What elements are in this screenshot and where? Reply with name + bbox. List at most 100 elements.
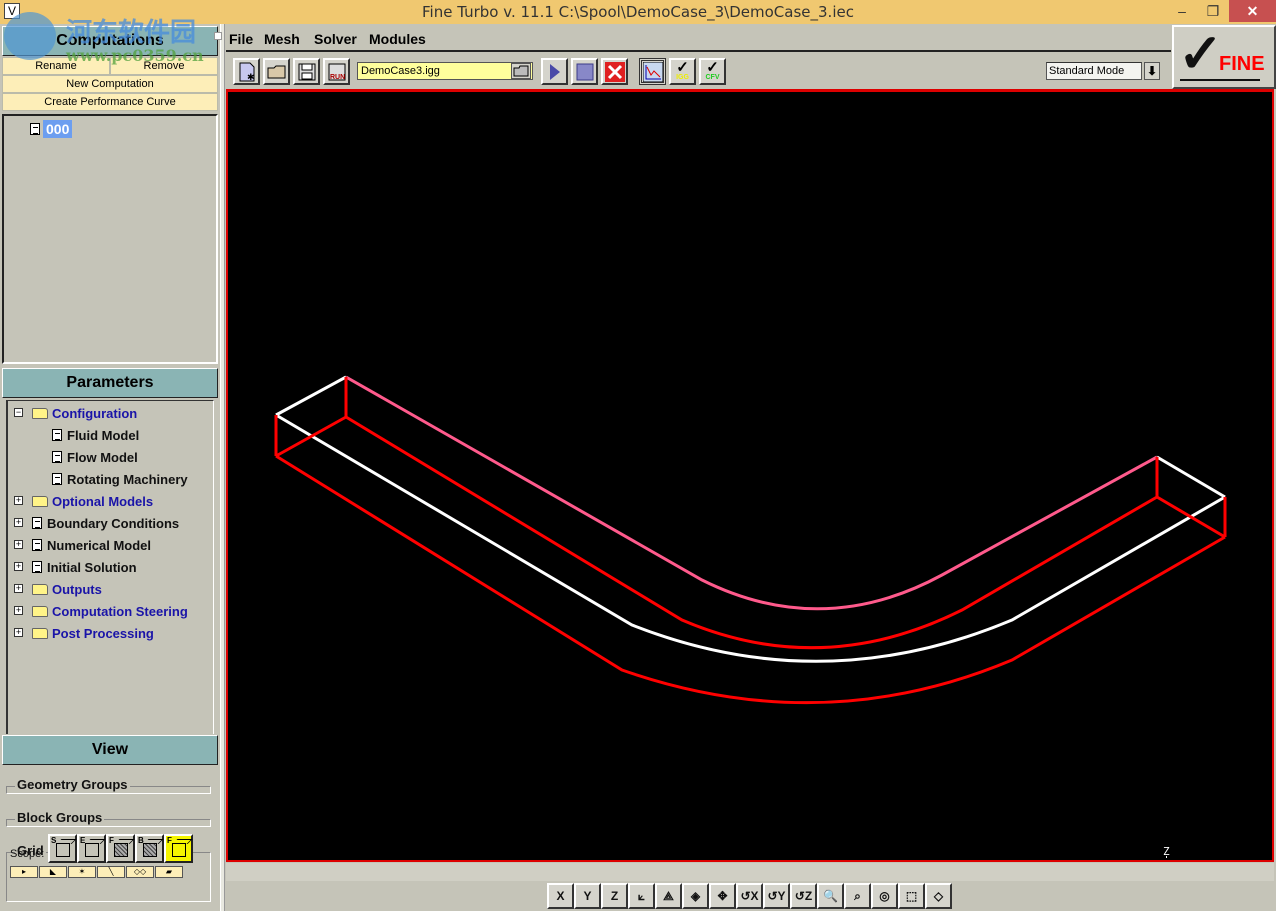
mode-dropdown-arrow[interactable]: ⬇ — [1144, 62, 1160, 80]
3d-viewport[interactable]: Z — [226, 89, 1274, 862]
tree-item-label: Post Processing — [52, 626, 154, 641]
scope-button-f-4[interactable]: F — [164, 834, 193, 863]
close-button[interactable]: ✕ — [1229, 0, 1276, 22]
display-mode-point[interactable]: ▸ — [10, 866, 38, 878]
expand-icon[interactable]: + — [14, 584, 23, 593]
computation-name[interactable]: 000 — [43, 120, 72, 138]
window-title: Fine Turbo v. 11.1 C:\Spool\DemoCase_3\D… — [0, 3, 1276, 21]
reset-view-button[interactable]: ◇ — [925, 883, 952, 909]
tree-item-outputs[interactable]: +Outputs — [32, 579, 102, 599]
igg-label: IGG — [676, 74, 689, 82]
display-mode-point-dense[interactable]: ◣ — [39, 866, 67, 878]
new-computation-button[interactable]: New Computation — [2, 75, 218, 93]
folder-icon — [32, 606, 48, 617]
reset-view-icon: ◇ — [934, 889, 943, 903]
pan-4way-button[interactable]: ◈ — [682, 883, 709, 909]
create-performance-curve-button[interactable]: Create Performance Curve — [2, 93, 218, 111]
expand-icon[interactable]: + — [14, 496, 23, 505]
geometry-groups-label[interactable]: Geometry Groups — [15, 777, 130, 792]
scope-button-e-1[interactable]: E — [77, 834, 106, 863]
display-mode-grid-outline[interactable]: ◇◇ — [126, 866, 154, 878]
tree-item-label: Fluid Model — [67, 428, 139, 443]
menu-solver[interactable]: Solver — [314, 31, 357, 47]
cube-solid-edge-icon — [56, 843, 70, 857]
box-view-button[interactable]: ⬚ — [898, 883, 925, 909]
folder-icon — [32, 496, 48, 507]
axis-label: Y — [583, 889, 591, 903]
axes-zyx-perspective-button[interactable]: ⟁ — [655, 883, 682, 909]
display-mode-line[interactable]: ╲ — [97, 866, 125, 878]
save-icon — [298, 63, 316, 81]
tree-item-configuration[interactable]: −Configuration — [32, 403, 137, 423]
scope-button-b-3[interactable]: B — [135, 834, 164, 863]
tree-item-rotating-machinery[interactable]: Rotating Machinery — [52, 469, 188, 489]
rotate-x-button[interactable]: ↺X — [736, 883, 763, 909]
remove-button[interactable]: Remove — [110, 57, 218, 75]
tree-item-flow-model[interactable]: Flow Model — [52, 447, 138, 467]
panel-splitter[interactable] — [220, 24, 225, 911]
collapse-icon[interactable]: − — [14, 408, 23, 417]
computation-item[interactable]: 000 — [30, 120, 72, 138]
zoom-region-button[interactable]: ⌕ — [844, 883, 871, 909]
minimize-button[interactable]: – — [1167, 0, 1197, 22]
axes-zyx-button[interactable]: ⟀ — [628, 883, 655, 909]
tree-item-fluid-model[interactable]: Fluid Model — [52, 425, 139, 445]
tree-item-boundary-conditions[interactable]: +Boundary Conditions — [32, 513, 179, 533]
igg-button[interactable]: ✓ IGG — [669, 58, 696, 85]
rename-button[interactable]: Rename — [2, 57, 110, 75]
rotate-y-button[interactable]: ↺Y — [763, 883, 790, 909]
tree-item-post-processing[interactable]: +Post Processing — [32, 623, 154, 643]
box-view-icon: ⬚ — [906, 889, 917, 903]
svg-text:RUN: RUN — [330, 74, 345, 81]
view-toolbar: X YZ⟀⟁◈✥↺X↺Y↺Z🔍⌕◎ ⬚ ◇ — [226, 863, 1274, 911]
tree-item-computation-steering[interactable]: +Computation Steering — [32, 601, 188, 621]
view-y-button[interactable]: Y — [574, 883, 601, 909]
tree-item-initial-solution[interactable]: +Initial Solution — [32, 557, 137, 577]
tree-item-numerical-model[interactable]: +Numerical Model — [32, 535, 151, 555]
geometry-groups-box: Geometry Groups — [6, 786, 211, 794]
zoom-horizontal-button[interactable]: 🔍 — [817, 883, 844, 909]
maximize-button[interactable]: ❐ — [1198, 0, 1228, 22]
stop-icon — [576, 63, 594, 81]
menu-modules[interactable]: Modules — [369, 31, 426, 47]
browse-mesh-button[interactable] — [511, 63, 531, 79]
display-mode-point-sparse[interactable]: ✶ — [68, 866, 96, 878]
monitor-graph-icon — [643, 62, 663, 82]
view-header: View — [2, 735, 218, 765]
expand-icon[interactable]: + — [14, 540, 23, 549]
fine-logo: ✓ FINE — [1172, 25, 1276, 89]
rotate-z-button[interactable]: ↺Z — [790, 883, 817, 909]
scope-button-s-0[interactable]: S — [48, 834, 77, 863]
cube-face-icon — [114, 843, 128, 857]
view-x-button[interactable]: X — [547, 883, 574, 909]
cfv-button[interactable]: ✓ CFV — [699, 58, 726, 85]
save-project-button[interactable] — [293, 58, 320, 85]
svg-text:✱: ✱ — [247, 72, 255, 82]
axis-label: X — [556, 889, 564, 903]
kill-button[interactable] — [601, 58, 628, 85]
open-project-button[interactable] — [263, 58, 290, 85]
stop-button[interactable] — [571, 58, 598, 85]
splitter-handle[interactable] — [214, 32, 222, 40]
monitor-button[interactable] — [639, 58, 666, 85]
start-button[interactable] — [541, 58, 568, 85]
save-run-button[interactable]: RUN — [323, 58, 350, 85]
expand-icon[interactable]: + — [14, 628, 23, 637]
menu-mesh[interactable]: Mesh — [264, 31, 300, 47]
mesh-file-field[interactable]: DemoCase3.igg — [357, 62, 533, 80]
scope-button-f-2[interactable]: F — [106, 834, 135, 863]
mode-select[interactable]: Standard Mode — [1046, 62, 1142, 80]
block-groups-label[interactable]: Block Groups — [15, 810, 104, 825]
tree-item-optional-models[interactable]: +Optional Models — [32, 491, 153, 511]
fit-view-button[interactable]: ◎ — [871, 883, 898, 909]
checkmark-icon: ✓ — [676, 61, 689, 74]
expand-icon[interactable]: + — [14, 606, 23, 615]
expand-icon[interactable]: + — [14, 562, 23, 571]
display-mode-grid-filled[interactable]: ▰ — [155, 866, 183, 878]
new-project-button[interactable]: ✱ — [233, 58, 260, 85]
tree-item-label: Configuration — [52, 406, 137, 421]
view-z-button[interactable]: Z — [601, 883, 628, 909]
menu-file[interactable]: File — [229, 31, 253, 47]
expand-icon[interactable]: + — [14, 518, 23, 527]
move-button[interactable]: ✥ — [709, 883, 736, 909]
